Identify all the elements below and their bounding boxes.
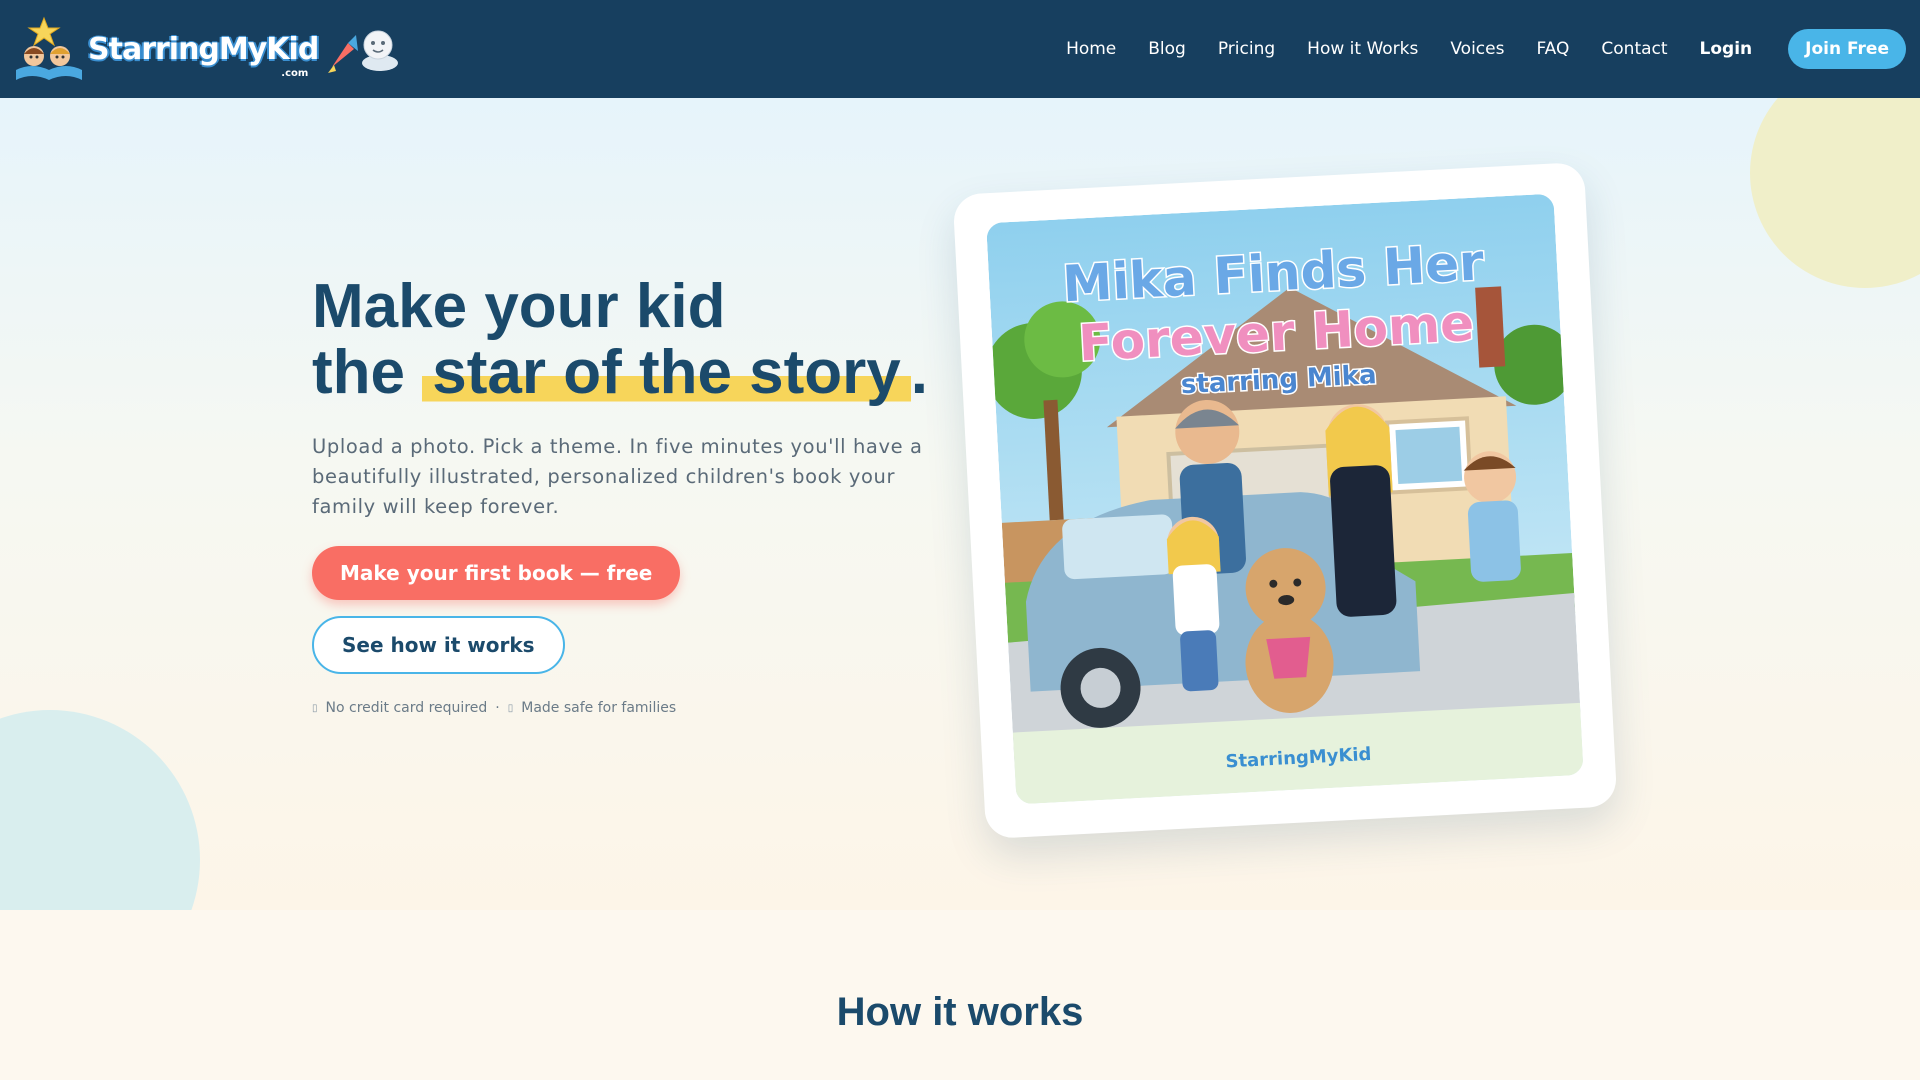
decorative-blob-yellow bbox=[1750, 98, 1920, 288]
hero-subtext: Upload a photo. Pick a theme. In five mi… bbox=[312, 435, 923, 518]
brand-logo[interactable]: StarringMyKid .com bbox=[14, 9, 400, 89]
trust-separator: · bbox=[495, 700, 500, 716]
make-first-book-button[interactable]: Make your first book — free bbox=[312, 546, 681, 600]
brand-sub: .com bbox=[281, 67, 309, 79]
rocket-moon-icon bbox=[328, 30, 399, 73]
book-cover-illustration: Mika Finds Her Forever Home starring Mik… bbox=[986, 193, 1584, 805]
headline-suffix: . bbox=[910, 338, 929, 407]
nav-home[interactable]: Home bbox=[1066, 39, 1116, 59]
headline-line-2: the star of the story. bbox=[312, 338, 952, 407]
hero-headline: Make your kid the star of the story. bbox=[312, 272, 952, 407]
hero-section: Make your kid the star of the story. Upl… bbox=[0, 98, 1920, 910]
nav-contact[interactable]: Contact bbox=[1601, 39, 1667, 59]
nav-blog[interactable]: Blog bbox=[1148, 39, 1186, 59]
secondary-cta-row: See how it works bbox=[312, 600, 952, 674]
trust-no-card: No credit card required bbox=[325, 700, 488, 716]
join-free-button[interactable]: Join Free bbox=[1788, 29, 1906, 69]
trust-safe: Made safe for families bbox=[521, 700, 677, 716]
brand-name: StarringMyKid .com bbox=[88, 31, 319, 79]
headline-highlight: star of the story bbox=[422, 338, 911, 407]
main-nav: Home Blog Pricing How it Works Voices FA… bbox=[1034, 29, 1906, 69]
trust-badges: ▯ No credit card required · ▯ Made safe … bbox=[312, 700, 952, 716]
nav-faq[interactable]: FAQ bbox=[1536, 39, 1569, 59]
headline-line-1: Make your kid bbox=[312, 272, 726, 341]
book-cover: Mika Finds Her Forever Home starring Mik… bbox=[986, 193, 1584, 805]
primary-cta-row: Make your first book — free bbox=[312, 522, 952, 600]
nav-pricing[interactable]: Pricing bbox=[1218, 39, 1275, 59]
see-how-it-works-button[interactable]: See how it works bbox=[312, 616, 565, 674]
login-link[interactable]: Login bbox=[1700, 39, 1753, 59]
book-preview-card: Mika Finds Her Forever Home starring Mik… bbox=[952, 161, 1618, 840]
nav-how-it-works[interactable]: How it Works bbox=[1307, 39, 1418, 59]
headline-prefix: the bbox=[312, 338, 405, 407]
hero-text-block: Make your kid the star of the story. Upl… bbox=[312, 274, 952, 716]
how-it-works-section: How it works bbox=[0, 910, 1920, 1080]
decorative-blob-teal bbox=[0, 710, 200, 910]
kids-book-icon bbox=[16, 16, 82, 80]
top-navbar: StarringMyKid .com Home Blog Pricing How… bbox=[0, 0, 1920, 98]
how-it-works-title: How it works bbox=[836, 990, 1084, 1034]
nav-voices[interactable]: Voices bbox=[1450, 39, 1504, 59]
card-icon: ▯ bbox=[312, 702, 318, 714]
shield-icon: ▯ bbox=[507, 702, 514, 714]
